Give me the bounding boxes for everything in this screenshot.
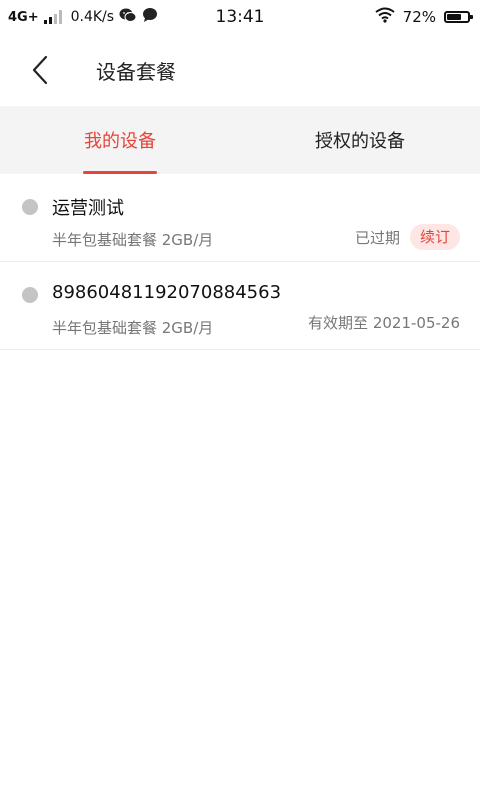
tab-authorized-devices[interactable]: 授权的设备: [240, 106, 480, 174]
item-meta: 已过期 续订: [355, 224, 460, 250]
package-name: 半年包基础套餐 2GB/月: [52, 231, 214, 249]
battery-percent: 72%: [402, 8, 436, 26]
expiry-status: 已过期: [354, 228, 400, 247]
list-item[interactable]: 运营测试 半年包基础套餐 2GB/月 已过期 续订: [0, 174, 480, 262]
device-name: 89860481192070884563: [52, 282, 282, 303]
expiry-status: 有效期至 2021-05-26: [308, 314, 460, 332]
tab-bar: 我的设备 授权的设备: [0, 106, 480, 174]
device-list: 运营测试 半年包基础套餐 2GB/月 已过期 续订 89860481192070…: [0, 174, 480, 350]
back-arrow-icon: [32, 55, 48, 85]
item-meta: 有效期至 2021-05-26: [308, 312, 460, 333]
device-name: 运营测试: [52, 198, 124, 219]
battery-icon: [444, 11, 473, 23]
renew-button[interactable]: 续订: [409, 224, 460, 250]
status-dot: [22, 287, 38, 303]
status-bar-right: 72%: [375, 0, 473, 34]
list-item[interactable]: 89860481192070884563 半年包基础套餐 2GB/月 有效期至 …: [0, 262, 480, 350]
page-title: 设备套餐: [96, 59, 176, 84]
nav-bar: 设备套餐: [0, 34, 480, 106]
battery-fill: [447, 14, 462, 20]
package-name: 半年包基础套餐 2GB/月: [52, 319, 214, 337]
wifi-icon: [375, 7, 395, 27]
status-bar: 4G+ 0.4K/s 13:41 72%: [0, 0, 480, 34]
status-dot: [22, 199, 38, 215]
back-button[interactable]: [24, 54, 56, 86]
tab-my-devices[interactable]: 我的设备: [0, 106, 240, 174]
